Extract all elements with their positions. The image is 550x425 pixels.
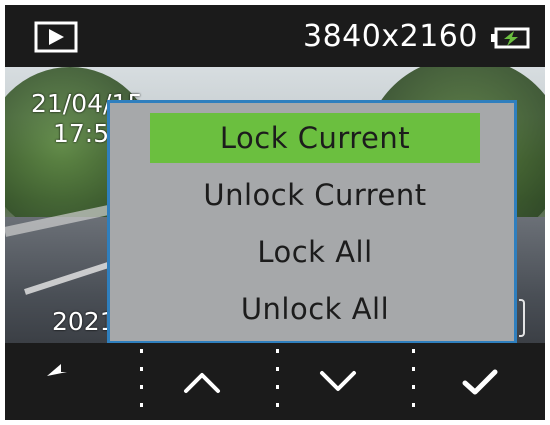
dashcam-screen: 3840x2160 21/04/15 17:5 2021 Lock Curren… [5,5,545,420]
battery-charging-icon [491,27,530,49]
confirm-button[interactable] [415,343,545,420]
up-button[interactable] [142,343,262,420]
play-icon[interactable] [34,21,78,53]
status-bar: 3840x2160 [5,5,545,67]
chevron-down-icon [320,370,356,391]
button-bar [5,343,545,420]
menu-item-lock-all[interactable]: Lock All [150,227,480,277]
menu-item-lock-current[interactable]: Lock Current [150,113,480,163]
back-arrow-icon [47,363,67,376]
menu-item-unlock-current[interactable]: Unlock Current [150,170,480,220]
resolution-label: 3840x2160 [303,19,478,54]
lock-menu: Lock Current Unlock Current Lock All Unl… [107,100,517,344]
menu-item-unlock-all[interactable]: Unlock All [150,284,480,334]
down-button[interactable] [278,343,398,420]
checkmark-icon [462,369,498,394]
back-button[interactable] [5,343,125,420]
timestamp-time: 17:5 [53,119,110,148]
video-edge-mark [519,299,525,337]
chevron-up-icon [184,372,220,393]
